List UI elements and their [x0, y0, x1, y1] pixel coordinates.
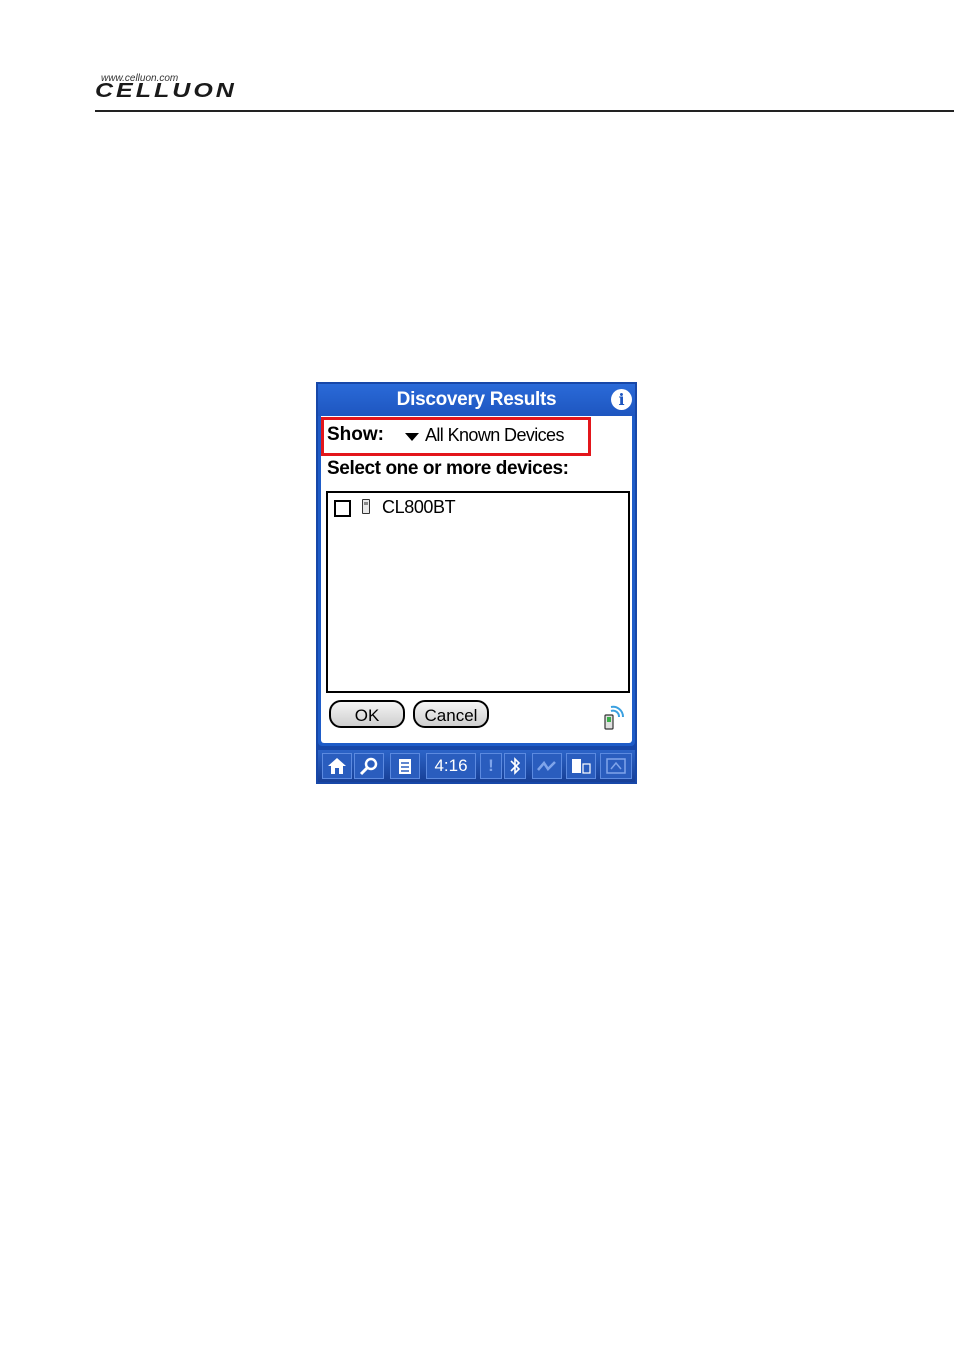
- device-list[interactable]: CL800BT: [326, 491, 630, 693]
- bluetooth-icon[interactable]: [504, 753, 526, 779]
- find-icon[interactable]: [354, 753, 384, 779]
- header-rule: [95, 110, 954, 112]
- graffiti-icon[interactable]: [532, 753, 562, 779]
- device-icon[interactable]: [566, 753, 596, 779]
- page-header: www.celluon.com CELLUON: [95, 72, 954, 112]
- bluetooth-signal-icon[interactable]: [602, 703, 626, 731]
- dialog-title: Discovery Results: [396, 389, 557, 410]
- info-icon[interactable]: i: [611, 389, 632, 410]
- dialog-body: Show: All Known Devices Select one or mo…: [321, 416, 632, 743]
- ok-button[interactable]: OK: [329, 700, 405, 728]
- celluon-logo: CELLUON: [95, 79, 237, 102]
- alert-icon[interactable]: !: [480, 753, 502, 779]
- home-icon[interactable]: [322, 753, 352, 779]
- select-devices-label: Select one or more devices:: [327, 458, 569, 479]
- menu-icon[interactable]: [390, 753, 420, 779]
- phone-icon: [362, 499, 370, 514]
- signal-icon[interactable]: [600, 753, 632, 779]
- device-name: CL800BT: [382, 497, 456, 517]
- cancel-button[interactable]: Cancel: [413, 700, 489, 728]
- palm-taskbar: 4:16 !: [318, 750, 635, 782]
- clock[interactable]: 4:16: [426, 753, 476, 779]
- dialog-titlebar: Discovery Results i: [318, 384, 635, 416]
- device-checkbox[interactable]: [334, 500, 351, 517]
- highlight-box: [321, 417, 591, 456]
- device-list-item[interactable]: CL800BT: [334, 497, 614, 519]
